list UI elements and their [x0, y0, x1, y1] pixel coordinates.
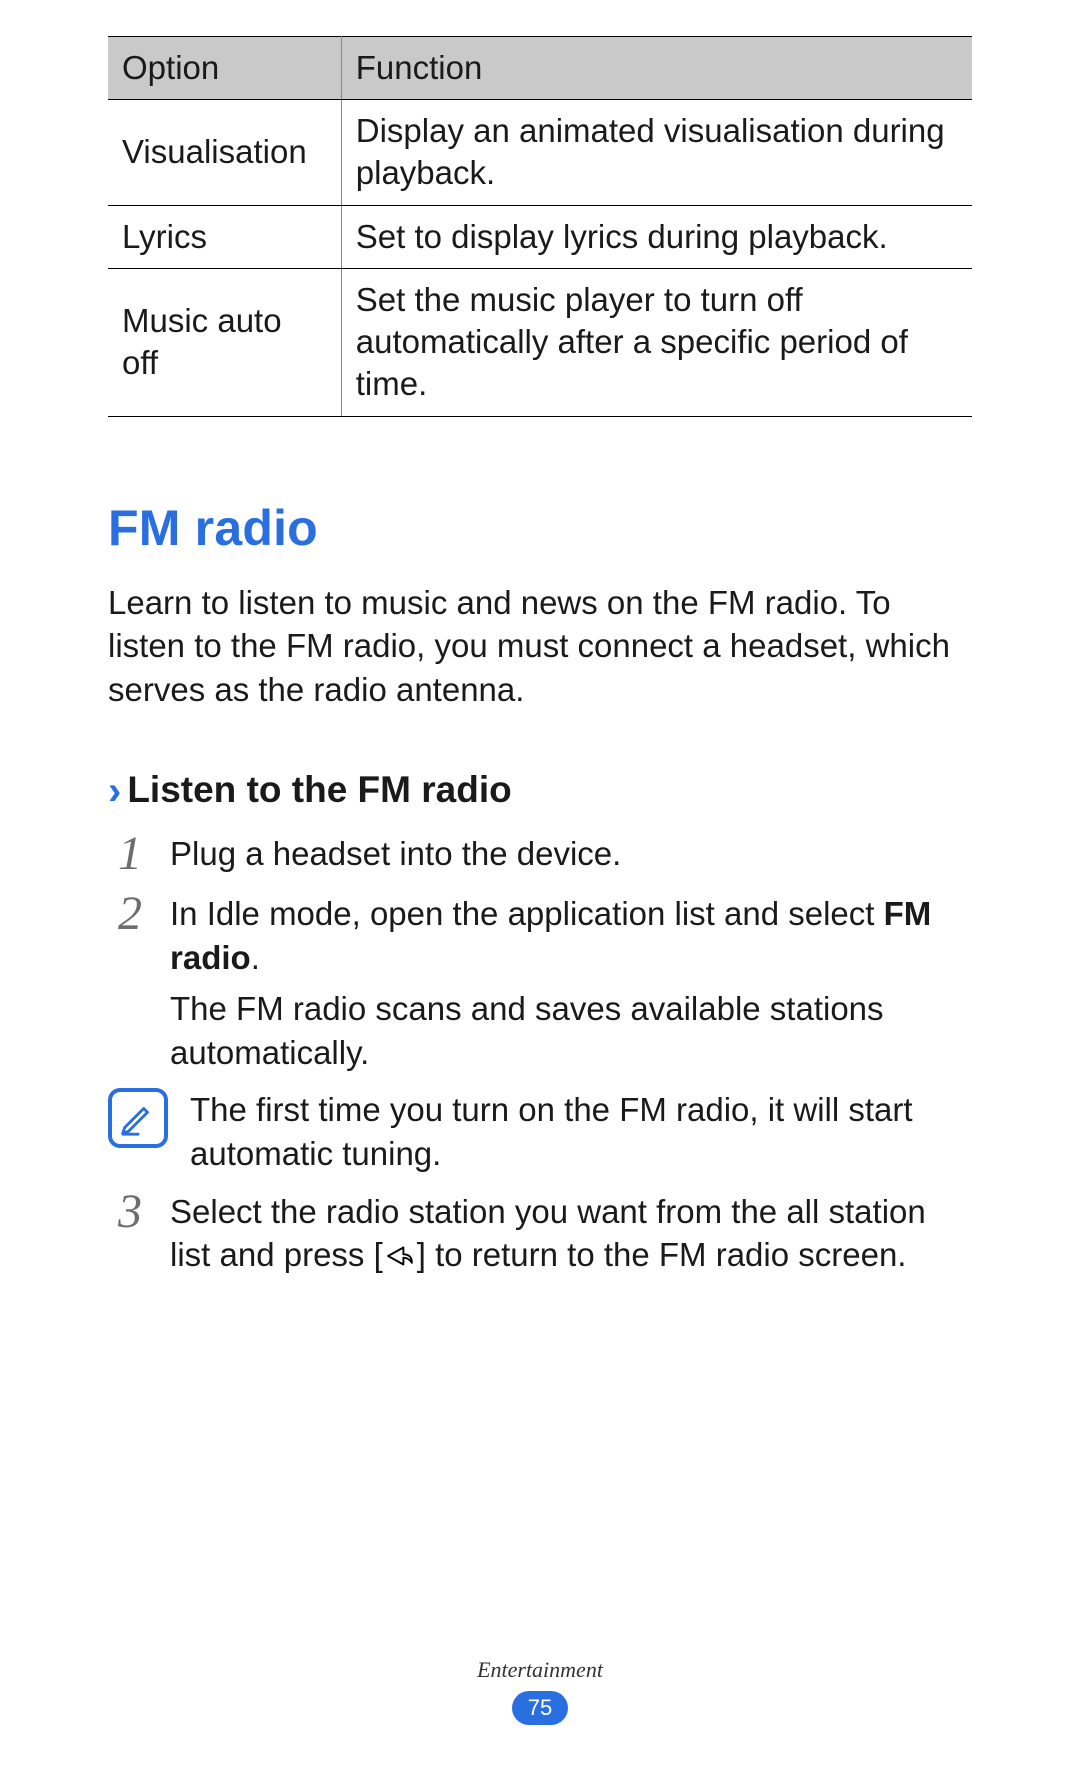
col-header-option: Option: [108, 37, 341, 100]
table-header-row: Option Function: [108, 37, 972, 100]
cell-option: Lyrics: [108, 205, 341, 268]
steps-list: 1 Plug a headset into the device. 2 In I…: [108, 832, 972, 1074]
step-body: In Idle mode, open the application list …: [170, 892, 972, 1074]
cell-option: Visualisation: [108, 100, 341, 205]
step-number: 1: [108, 830, 152, 878]
back-key-icon: [383, 1236, 417, 1280]
note-icon-wrap: [108, 1088, 172, 1148]
manual-page: Option Function Visualisation Display an…: [0, 0, 1080, 1771]
step-number: 2: [108, 890, 152, 938]
cell-option: Music auto off: [108, 268, 341, 416]
subsection-title: Listen to the FM radio: [127, 769, 511, 810]
step-text-frag: In Idle mode, open the application list …: [170, 895, 884, 932]
table-row: Lyrics Set to display lyrics during play…: [108, 205, 972, 268]
footer-section-name: Entertainment: [0, 1657, 1080, 1683]
note-icon: [108, 1088, 168, 1148]
step-item: 1 Plug a headset into the device.: [108, 832, 972, 878]
steps-list-cont: 3 Select the radio station you want from…: [108, 1190, 972, 1280]
step-text: Select the radio station you want from t…: [170, 1190, 972, 1280]
step-number: 3: [108, 1188, 152, 1236]
table-row: Music auto off Set the music player to t…: [108, 268, 972, 416]
step-body: Plug a headset into the device.: [170, 832, 972, 876]
note-text: The first time you turn on the FM radio,…: [190, 1088, 972, 1175]
page-number-badge: 75: [512, 1691, 568, 1725]
cell-function: Display an animated visualisation during…: [341, 100, 972, 205]
step-text: The FM radio scans and saves available s…: [170, 987, 972, 1074]
cell-function: Set the music player to turn off automat…: [341, 268, 972, 416]
page-footer: Entertainment 75: [0, 1657, 1080, 1725]
step-text-frag: ] to return to the FM radio screen.: [417, 1236, 907, 1273]
chevron-right-icon: ›: [108, 769, 121, 813]
section-heading: FM radio: [108, 499, 972, 557]
step-item: 3 Select the radio station you want from…: [108, 1190, 972, 1280]
col-header-function: Function: [341, 37, 972, 100]
options-table: Option Function Visualisation Display an…: [108, 36, 972, 417]
section-intro-text: Learn to listen to music and news on the…: [108, 581, 972, 712]
cell-function: Set to display lyrics during playback.: [341, 205, 972, 268]
subsection-heading: ›Listen to the FM radio: [108, 769, 972, 814]
pencil-note-icon: [119, 1099, 157, 1137]
step-text-frag: .: [251, 939, 260, 976]
step-text: Plug a headset into the device.: [170, 832, 972, 876]
step-text: In Idle mode, open the application list …: [170, 892, 972, 979]
step-item: 2 In Idle mode, open the application lis…: [108, 892, 972, 1074]
note-block: The first time you turn on the FM radio,…: [108, 1088, 972, 1175]
step-body: Select the radio station you want from t…: [170, 1190, 972, 1280]
table-row: Visualisation Display an animated visual…: [108, 100, 972, 205]
